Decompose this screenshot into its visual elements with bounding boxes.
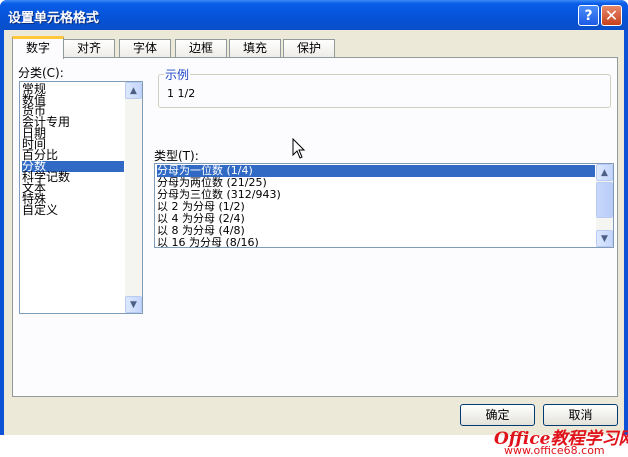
tab-number[interactable]: 数字 [12,36,64,59]
window-title: 设置单元格格式 [8,11,100,26]
watermark-url: www.office68.com [504,444,605,457]
scroll-down-icon[interactable]: ▼ [596,230,613,247]
type-label: 类型(T): [154,149,199,163]
tab-protection[interactable]: 保护 [283,39,335,58]
scroll-down-icon[interactable]: ▼ [125,296,142,313]
type-scrollbar[interactable]: ▲ ▼ [596,164,613,247]
tab-panel-number: 分类(C): 常规 数值 货币 会计专用 日期 时间 百分比 分数 科学记数 文… [12,57,618,397]
type-listbox[interactable]: 分母为一位数 (1/4) 分母为两位数 (21/25) 分母为三位数 (312/… [154,163,614,248]
category-scrollbar[interactable]: ▲ ▼ [125,82,142,313]
category-listbox[interactable]: 常规 数值 货币 会计专用 日期 时间 百分比 分数 科学记数 文本 特殊 自定… [19,81,143,314]
category-item[interactable]: 自定义 [22,204,124,216]
close-button[interactable]: ✕ [601,5,622,26]
mouse-cursor-icon [292,138,306,159]
sample-value: 1 1/2 [167,87,196,100]
dialog-client: 对齐 字体 边框 填充 保护 数字 分类(C): 常规 数值 货币 会计专用 日… [4,30,628,457]
help-button[interactable]: ? [578,5,599,26]
tab-font[interactable]: 字体 [119,39,171,58]
category-label: 分类(C): [18,66,64,80]
type-item[interactable]: 以 16 为分母 (8/16) [157,237,595,247]
tab-border[interactable]: 边框 [175,39,227,58]
tab-alignment[interactable]: 对齐 [63,39,115,58]
sample-title: 示例 [164,66,191,83]
scroll-up-icon[interactable]: ▲ [125,82,142,99]
ok-button[interactable]: 确定 [460,404,535,426]
sample-groupbox: 示例 1 1/2 [158,66,611,108]
dialog-window: 设置单元格格式 ? ✕ 对齐 字体 边框 填充 保护 数字 分类(C): 常规 … [0,0,628,457]
scroll-thumb[interactable] [596,182,613,218]
scroll-up-icon[interactable]: ▲ [596,164,613,181]
type-item[interactable]: 以 8 为分母 (4/8) [157,225,595,237]
cancel-button[interactable]: 取消 [543,404,618,426]
tab-fill[interactable]: 填充 [229,39,281,58]
title-bar[interactable]: 设置单元格格式 ? ✕ [0,0,628,30]
